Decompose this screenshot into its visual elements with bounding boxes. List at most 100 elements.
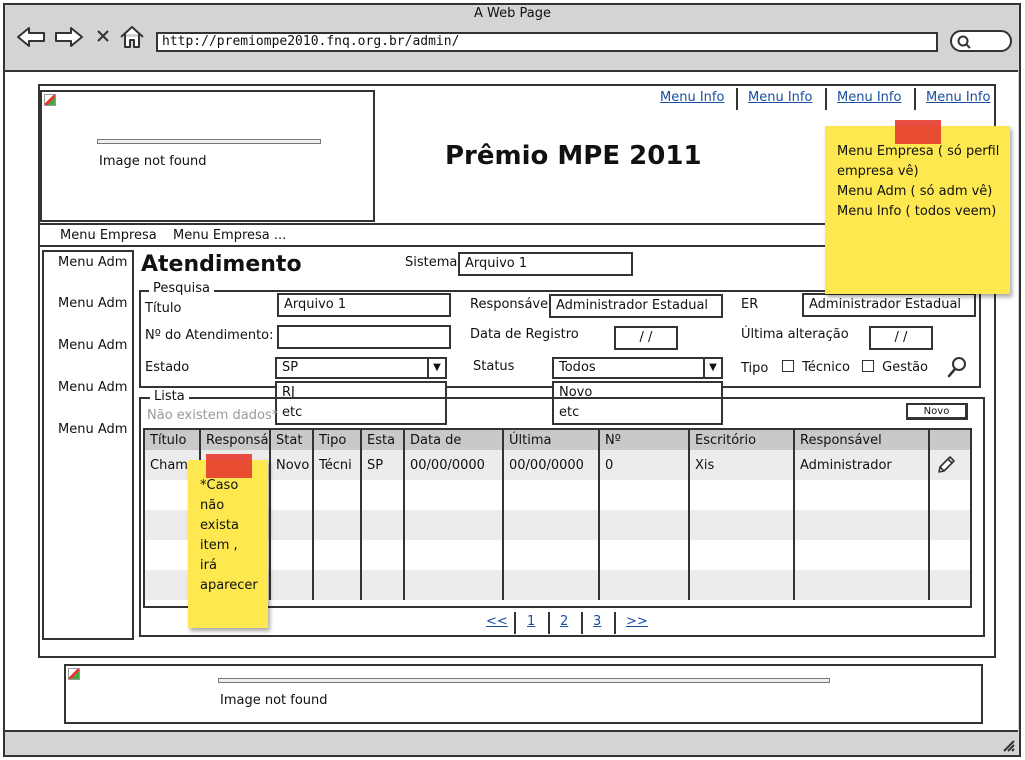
table-row (145, 540, 970, 570)
pencil-icon[interactable] (935, 454, 957, 476)
broken-image-icon (68, 668, 80, 680)
dropdown-arrow-icon[interactable]: ▼ (703, 359, 721, 377)
menu-empresa-item[interactable]: Menu Empresa (60, 228, 157, 243)
search-icon (957, 35, 971, 49)
note-line: exista (200, 518, 239, 533)
titulo-field[interactable]: Arquivo 1 (277, 293, 451, 317)
close-icon[interactable] (96, 29, 110, 43)
novo-button[interactable]: Novo (906, 403, 968, 420)
note-line: *Caso (200, 478, 239, 493)
note-line: irá (200, 558, 217, 573)
note-tape (206, 454, 252, 478)
column-header[interactable]: Data de (404, 430, 504, 450)
responsavel-field[interactable]: Administrador Estadual (549, 294, 723, 318)
column-header[interactable]: Tipo (313, 430, 362, 450)
tab-divider (825, 88, 827, 110)
empty-message: Não existem dados* (147, 408, 279, 423)
estado-select[interactable]: SP ▼ (275, 357, 447, 379)
sidebar-item-menu-adm[interactable]: Menu Adm (58, 338, 127, 353)
tipo-tecnico-option[interactable]: Técnico (782, 360, 850, 375)
ultima-alteracao-label: Última alteração (741, 327, 849, 342)
home-icon[interactable] (118, 24, 146, 50)
column-header[interactable]: Escritório (689, 430, 795, 450)
pagination-last[interactable]: >> (626, 614, 648, 629)
pagination-first[interactable]: << (486, 614, 508, 629)
column-header[interactable]: Nº (599, 430, 690, 450)
pagination-page-2[interactable]: 2 (560, 614, 568, 629)
results-grid: Título Responsá Stat Tipo Esta Data de Ú… (145, 430, 970, 600)
page-title: Atendimento (141, 252, 302, 277)
column-header[interactable]: Esta (361, 430, 405, 450)
responsavel-label: Responsável (470, 297, 552, 312)
pagination-divider (548, 612, 550, 634)
sidebar-item-menu-adm[interactable]: Menu Adm (58, 380, 127, 395)
sidebar-item-menu-adm[interactable]: Menu Adm (58, 296, 127, 311)
footer-image: Image not found (64, 664, 983, 724)
status-select[interactable]: Todos ▼ (552, 357, 723, 379)
sidebar-item-menu-adm[interactable]: Menu Adm (58, 255, 127, 270)
titulo-label: Título (145, 301, 182, 316)
menu-info-link-2[interactable]: Menu Info (748, 90, 812, 105)
resize-grip-icon[interactable] (1000, 737, 1016, 753)
note-line: Menu Info ( todos veem) (837, 204, 997, 219)
broken-image-icon (44, 94, 56, 106)
status-selected-value: Todos (559, 360, 596, 375)
tab-divider (914, 88, 916, 110)
column-header[interactable]: Responsá (200, 430, 271, 450)
table-cell: Administrador (794, 450, 930, 480)
table-row[interactable]: Chama Novo Técni SP 00/00/0000 00/00/000… (145, 450, 970, 480)
gestao-checkbox[interactable] (862, 360, 874, 372)
note-line: não (200, 498, 225, 513)
column-header[interactable]: Título (145, 430, 201, 450)
table-header-row: Título Responsá Stat Tipo Esta Data de Ú… (145, 430, 970, 450)
pagination-divider (514, 612, 516, 634)
er-field[interactable]: Administrador Estadual (802, 293, 976, 317)
arrow-right-icon[interactable] (54, 26, 84, 48)
tipo-gestao-option[interactable]: Gestão (862, 360, 928, 375)
table-cell: Técni (313, 450, 362, 480)
note-tape (895, 120, 941, 144)
estado-selected-value: SP (282, 360, 299, 375)
menu-info-link-1[interactable]: Menu Info (660, 90, 724, 105)
estado-label: Estado (145, 360, 190, 375)
browser-search-field[interactable] (950, 30, 1012, 52)
sistema-label: Sistema (405, 255, 458, 270)
note-line: empresa vê) (837, 164, 919, 179)
column-header-actions (929, 430, 970, 450)
numero-atendimento-field[interactable] (277, 325, 451, 349)
dropdown-arrow-icon[interactable]: ▼ (427, 359, 445, 377)
lista-legend: Lista (150, 389, 189, 404)
data-registro-field[interactable]: / / (614, 326, 678, 350)
column-header[interactable]: Stat (270, 430, 314, 450)
pagination-divider (581, 612, 583, 634)
menu-info-link-4[interactable]: Menu Info (926, 90, 990, 105)
table-cell-actions (929, 450, 970, 480)
novo-button-label: Novo (923, 406, 950, 417)
menu-empresa-item-more[interactable]: Menu Empresa ... (173, 228, 286, 243)
table-cell: Novo (270, 450, 314, 480)
sistema-field[interactable]: Arquivo 1 (458, 252, 633, 276)
column-header[interactable]: Última (503, 430, 600, 450)
table-cell: SP (361, 450, 405, 480)
pagination-page-1[interactable]: 1 (527, 614, 535, 629)
arrow-left-icon[interactable] (16, 26, 46, 48)
sidebar-item-menu-adm[interactable]: Menu Adm (58, 422, 127, 437)
table-cell: 00/00/0000 (404, 450, 504, 480)
pagination-page-3[interactable]: 3 (593, 614, 601, 629)
ultima-alteracao-field[interactable]: / / (869, 326, 933, 350)
sidebar: Menu Adm Menu Adm Menu Adm Menu Adm Menu… (42, 250, 134, 640)
menu-info-link-3[interactable]: Menu Info (837, 90, 901, 105)
tab-divider (736, 88, 738, 110)
tecnico-checkbox[interactable] (782, 360, 794, 372)
address-bar[interactable]: http://premiompe2010.fnq.org.br/admin/ (156, 32, 938, 52)
data-registro-label: Data de Registro (470, 327, 579, 342)
column-header[interactable]: Responsável (794, 430, 930, 450)
er-label: ER (741, 297, 759, 312)
search-icon[interactable] (946, 355, 968, 379)
note-line: Menu Empresa ( só perfil (837, 144, 1000, 159)
logo-placeholder-text: Image not found (99, 154, 207, 169)
table-cell: 00/00/0000 (503, 450, 600, 480)
note-line: item , (200, 538, 238, 553)
menu-info-tabs: Menu Info Menu Info Menu Info Menu Info (650, 86, 996, 110)
url-text: http://premiompe2010.fnq.org.br/admin/ (162, 34, 460, 49)
